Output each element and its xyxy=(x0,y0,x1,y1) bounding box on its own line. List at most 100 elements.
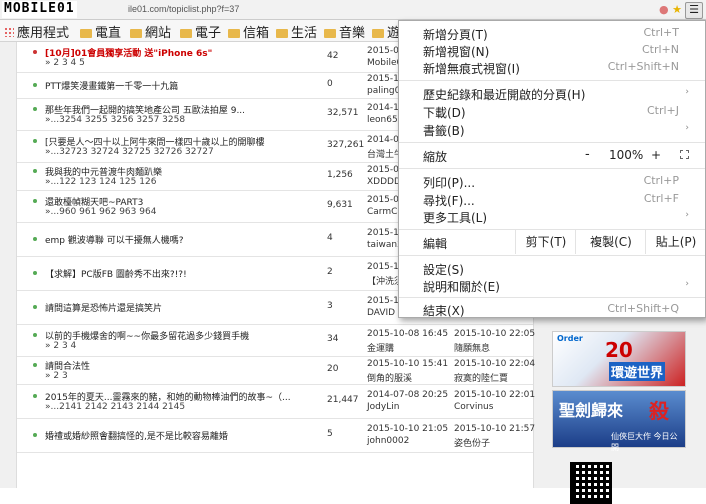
folder-icon xyxy=(372,29,384,38)
topic-bullet-icon xyxy=(33,433,37,437)
menu-edit-label: 編輯 xyxy=(423,237,448,251)
topic-pages[interactable]: »...3254 3255 3256 3257 3258 xyxy=(45,115,185,125)
url-field[interactable]: ile01.com/topiclist.php?f=37 xyxy=(128,4,239,14)
table-row[interactable]: 以前的手機爆舍的啊~~你最多留花過多少錢買手機» 2 3 4 34 2015-10-… xyxy=(17,324,536,357)
last-reply-author[interactable]: 寂寞的陸仁賈 xyxy=(454,371,508,384)
extension-icon[interactable]: ● xyxy=(659,3,669,16)
topic-bullet-icon xyxy=(33,169,37,173)
last-reply-author[interactable]: 姿色份子 xyxy=(454,436,490,449)
last-reply-author[interactable]: Corvinus xyxy=(454,402,493,412)
menu-divider xyxy=(399,168,705,169)
topic-bullet-icon xyxy=(33,271,37,275)
menu-exit[interactable]: 結束(X) Ctrl+Shift+Q xyxy=(399,301,705,319)
bookmark-folder[interactable]: 音樂 xyxy=(324,22,365,41)
menu-new-incognito[interactable]: 新增無痕式視窗(I) Ctrl+Shift+N xyxy=(399,59,705,77)
bookmark-folder[interactable]: 網站 xyxy=(130,22,171,41)
topic-pages[interactable]: » 2 3 4 xyxy=(45,341,76,351)
menu-help[interactable]: 說明和關於(E) › xyxy=(399,277,705,295)
bookmark-folder[interactable]: 遊 xyxy=(372,22,400,41)
apps-grid-icon xyxy=(4,27,14,37)
fullscreen-icon[interactable] xyxy=(680,150,689,159)
reply-count: 21,447 xyxy=(327,395,359,405)
ad-game-title: 聖劍歸來 xyxy=(559,401,624,420)
ad-game-char: 殺 xyxy=(649,399,669,423)
reply-count: 32,571 xyxy=(327,108,359,118)
post-author[interactable]: Mobile0 xyxy=(367,58,402,68)
cut-button[interactable]: 剪下(T) xyxy=(515,230,576,254)
menu-new-window[interactable]: 新增視窗(N) Ctrl+N xyxy=(399,42,705,60)
zoom-out-button[interactable]: - xyxy=(585,147,590,162)
url-bar-icons: ● ★ xyxy=(659,3,682,16)
last-reply-date: 2015-10-10 22:04 xyxy=(454,359,536,369)
table-row[interactable]: 請問合法性» 2 3 20 2015-10-10 15:41 倒角的服溪 2015-10… xyxy=(17,356,536,385)
post-date: 2015-10-08 16:45 xyxy=(367,329,449,339)
table-row[interactable]: 婚禮或婚紗照會翻搞怪的,是不是比較容易離婚 5 2015-10-10 21:05 jo… xyxy=(17,418,535,453)
reply-count: 34 xyxy=(327,334,339,344)
topic-title[interactable]: 請問這算是恐怖片還是搞笑片 xyxy=(45,301,162,314)
post-author[interactable]: JodyLin xyxy=(367,402,399,412)
topic-title[interactable]: PTT爆笑漫畫鐵第一千零一十九篇 xyxy=(45,79,178,92)
ad-brand: Order xyxy=(557,334,583,343)
menu-find[interactable]: 尋找(F)... Ctrl+F xyxy=(399,191,705,209)
menu-divider xyxy=(399,255,705,256)
last-reply-date: 2015-10-10 22:01 xyxy=(454,390,536,400)
reply-count: 5 xyxy=(327,429,333,439)
menu-more-tools[interactable]: 更多工具(L) › xyxy=(399,208,705,226)
menu-print[interactable]: 列印(P)... Ctrl+P xyxy=(399,173,705,191)
bookmark-folder[interactable]: 電子 xyxy=(180,22,221,41)
post-author[interactable]: 金運購 xyxy=(367,341,394,354)
reply-count: 1,256 xyxy=(327,170,353,180)
travel-ad-banner[interactable]: Order 20 環遊世界 xyxy=(552,331,686,387)
topic-bullet-icon xyxy=(33,139,37,143)
topic-title[interactable]: 婚禮或婚紗照會翻搞怪的,是不是比較容易離婚 xyxy=(45,429,228,442)
paste-button[interactable]: 貼上(P) xyxy=(645,230,706,254)
chrome-menu-button[interactable]: ☰ xyxy=(685,2,703,19)
last-reply-date: 2015-10-10 22:05 xyxy=(454,329,536,339)
post-date: 2014-07-08 20:25 xyxy=(367,390,449,400)
menu-new-tab[interactable]: 新增分頁(T) Ctrl+T xyxy=(399,25,705,43)
topic-bullet-icon xyxy=(33,333,37,337)
topic-pages[interactable]: »...960 961 962 963 964 xyxy=(45,207,156,217)
zoom-level: 100% xyxy=(609,148,644,162)
bookmark-apps[interactable]: 應用程式 xyxy=(4,22,69,41)
ad-headline: 環遊世界 xyxy=(609,362,666,381)
topic-title[interactable]: emp 觀波導聯 可以干擾無人機嗎? xyxy=(45,233,184,246)
reply-count: 2 xyxy=(327,267,333,277)
menu-downloads[interactable]: 下載(D) Ctrl+J xyxy=(399,103,705,121)
bookmark-folder[interactable]: 電直 xyxy=(80,22,121,41)
topic-pages[interactable]: » 2 3 xyxy=(45,371,68,381)
topic-bullet-icon xyxy=(33,237,37,241)
chevron-right-icon: › xyxy=(685,87,689,97)
menu-settings[interactable]: 設定(S) xyxy=(399,260,705,278)
reply-count: 327,261 xyxy=(327,140,365,150)
menu-bookmarks[interactable]: 書籤(B) › xyxy=(399,121,705,139)
folder-icon xyxy=(130,29,142,38)
copy-button[interactable]: 複製(C) xyxy=(575,230,646,254)
bookmark-folder[interactable]: 生活 xyxy=(276,22,317,41)
reply-count: 0 xyxy=(327,79,333,89)
star-icon[interactable]: ★ xyxy=(672,3,682,16)
topic-bullet-icon xyxy=(33,107,37,111)
bookmark-folder[interactable]: 信箱 xyxy=(228,22,269,41)
last-reply-author[interactable]: 隨願無息 xyxy=(454,341,490,354)
menu-history[interactable]: 歷史紀錄和最近開啟的分頁(H) › xyxy=(399,85,705,103)
menu-divider xyxy=(399,142,705,143)
chevron-right-icon: › xyxy=(685,279,689,289)
topic-pages[interactable]: »...122 123 124 125 126 xyxy=(45,177,156,187)
game-ad-banner[interactable]: 聖劍歸來 殺 仙俠巨大作 今日公開 xyxy=(552,390,686,452)
topic-pages[interactable]: »...2141 2142 2143 2144 2145 xyxy=(45,402,185,412)
zoom-in-button[interactable]: + xyxy=(651,148,661,162)
ad-anniversary-number: 20 xyxy=(605,338,633,362)
topic-title[interactable]: 【求解】PC版FB 圖齡秀不出來?!?! xyxy=(45,267,187,280)
folder-icon xyxy=(276,29,288,38)
qr-code xyxy=(570,462,612,504)
topic-pages[interactable]: » 2 3 4 5 xyxy=(45,58,85,68)
site-logo: MOBILE01 xyxy=(2,1,77,18)
post-author[interactable]: 倒角的服溪 xyxy=(367,371,412,384)
reply-count: 3 xyxy=(327,301,333,311)
table-row[interactable]: 2015年的夏天...靈霧來的豬，和她的動物棒油們的故事~（... »...214… xyxy=(17,384,536,419)
topic-pages[interactable]: »...32723 32724 32725 32726 32727 xyxy=(45,147,214,157)
post-author[interactable]: john0002 xyxy=(367,436,409,446)
reply-count: 9,631 xyxy=(327,200,353,210)
post-date: 2015-10-10 15:41 xyxy=(367,359,449,369)
